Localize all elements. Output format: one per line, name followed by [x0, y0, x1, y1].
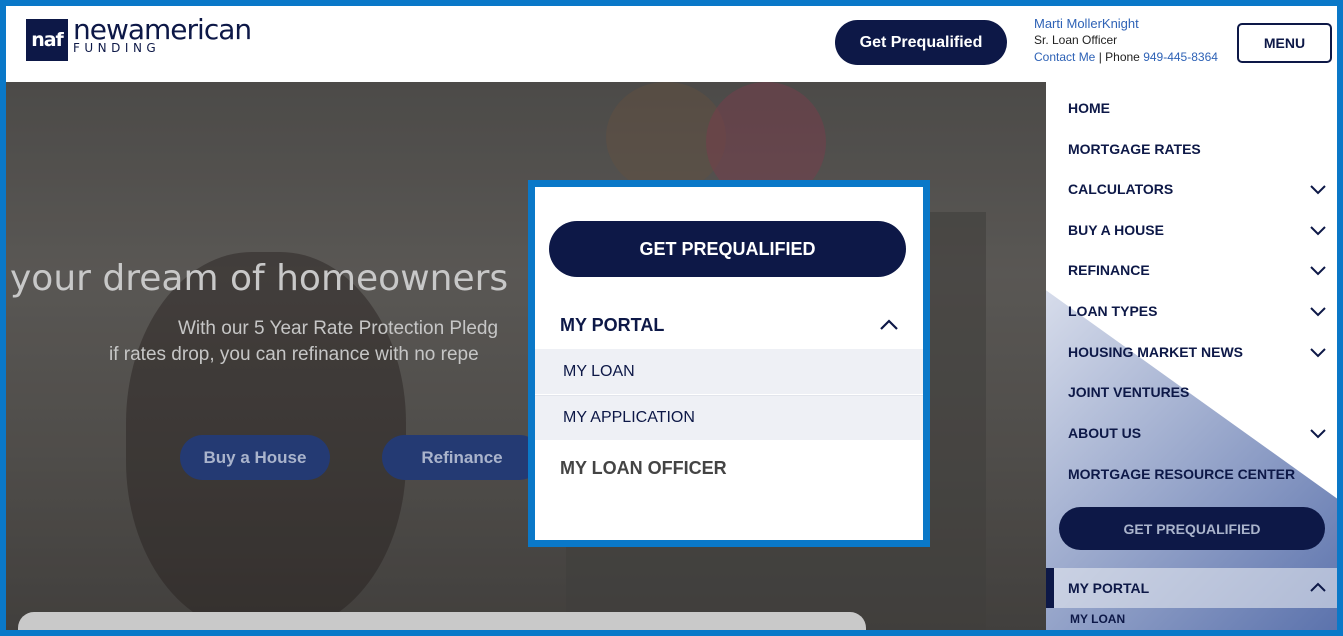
chevron-down-icon[interactable] [1308, 223, 1328, 237]
portal-menu-panel: GET PREQUALIFIED MY PORTAL MY LOAN MY AP… [528, 180, 930, 547]
logo-mark: naf [26, 19, 68, 61]
logo[interactable]: naf newamerican FUNDING [26, 13, 252, 65]
hero-subtitle-line1: With our 5 Year Rate Protection Pledg [178, 318, 499, 339]
sidebar-item-about-us[interactable]: ABOUT US [1068, 422, 1328, 444]
hero-bottom-card [18, 612, 866, 630]
popup-get-prequalified-button[interactable]: GET PREQUALIFIED [549, 221, 906, 277]
sidebar-item-housing-market-news[interactable]: HOUSING MARKET NEWS [1068, 341, 1328, 363]
my-loan-officer-link[interactable]: MY LOAN OFFICER [560, 458, 727, 479]
site-header: naf newamerican FUNDING Get Prequalified… [6, 6, 1337, 82]
sidebar-item-refinance[interactable]: REFINANCE [1068, 259, 1328, 281]
my-portal-toggle[interactable]: MY PORTAL [560, 312, 900, 338]
sidebar-item-home[interactable]: HOME [1068, 97, 1328, 119]
chevron-up-icon[interactable] [878, 317, 900, 333]
contact-me-link[interactable]: Contact Me [1034, 50, 1095, 64]
menu-button[interactable]: MENU [1237, 23, 1332, 63]
sidebar-item-mortgage-rates[interactable]: MORTGAGE RATES [1068, 138, 1328, 160]
refinance-button[interactable]: Refinance [382, 435, 542, 480]
loan-officer-info: Marti MollerKnight Sr. Loan Officer Cont… [1034, 15, 1218, 66]
my-portal-label: MY PORTAL [560, 314, 665, 335]
chevron-down-icon[interactable] [1308, 426, 1328, 440]
officer-name[interactable]: Marti MollerKnight [1034, 15, 1218, 32]
sidebar-item-buy-a-house[interactable]: BUY A HOUSE [1068, 219, 1328, 241]
sidebar-item-my-loan[interactable]: MY LOAN [1070, 612, 1125, 626]
sidebar-item-joint-ventures[interactable]: JOINT VENTURES [1068, 381, 1328, 403]
logo-wordmark: newamerican [73, 13, 252, 46]
sidebar-item-calculators[interactable]: CALCULATORS [1068, 178, 1328, 200]
sidebar-get-prequalified-button[interactable]: GET PREQUALIFIED [1059, 507, 1325, 550]
browser-frame: naf newamerican FUNDING Get Prequalified… [6, 6, 1337, 630]
chevron-up-icon[interactable] [1308, 581, 1328, 595]
officer-title: Sr. Loan Officer [1034, 33, 1118, 47]
sidebar-item-loan-types[interactable]: LOAN TYPES [1068, 300, 1328, 322]
buy-a-house-button[interactable]: Buy a House [180, 435, 330, 480]
chevron-down-icon[interactable] [1308, 182, 1328, 196]
portal-item-my-application[interactable]: MY APPLICATION [535, 395, 923, 440]
sidebar-item-my-portal[interactable]: MY PORTAL [1068, 577, 1328, 599]
side-menu: HOME MORTGAGE RATES CALCULATORS BUY A HO… [1046, 82, 1337, 630]
portal-item-my-loan[interactable]: MY LOAN [535, 349, 923, 394]
phone-link[interactable]: 949-445-8364 [1143, 50, 1218, 64]
phone-prefix: | Phone [1095, 50, 1144, 64]
chevron-down-icon[interactable] [1308, 345, 1328, 359]
header-get-prequalified-button[interactable]: Get Prequalified [835, 20, 1007, 65]
chevron-down-icon[interactable] [1308, 304, 1328, 318]
hero-title: your dream of homeowners [10, 258, 509, 299]
chevron-down-icon[interactable] [1308, 263, 1328, 277]
sidebar-item-mortgage-resource-center[interactable]: MORTGAGE RESOURCE CENTER [1068, 463, 1328, 485]
hero-subtitle-line2: if rates drop, you can refinance with no… [109, 344, 479, 365]
